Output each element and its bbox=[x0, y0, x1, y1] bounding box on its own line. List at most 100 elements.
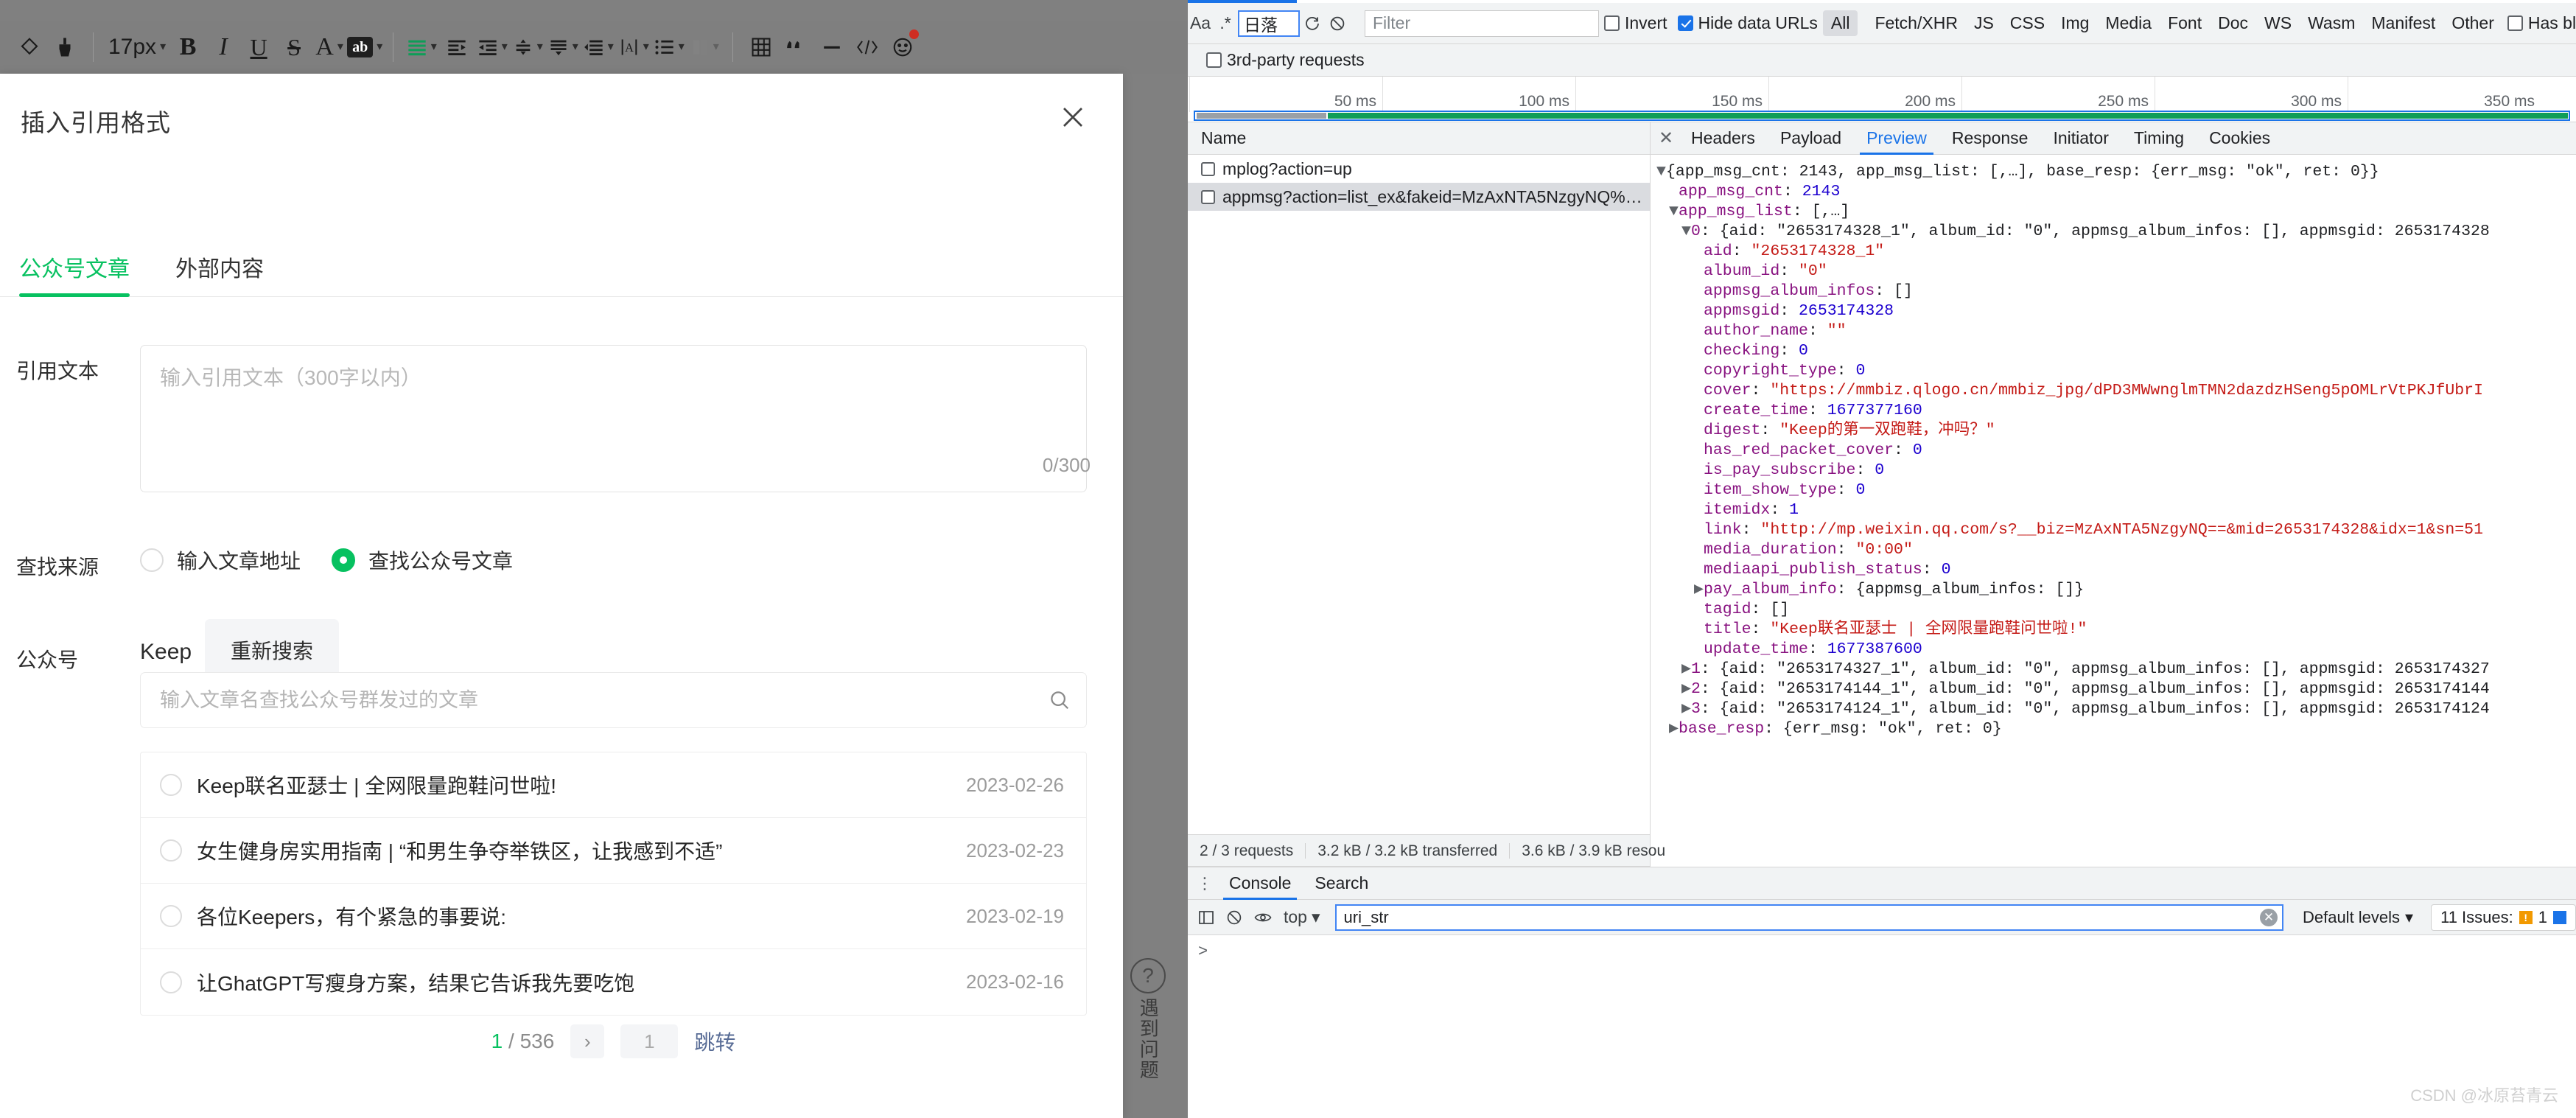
code-block-icon[interactable] bbox=[850, 27, 885, 67]
console-output[interactable]: > bbox=[1188, 935, 2576, 1118]
timeline-selection-bar[interactable] bbox=[1194, 111, 2570, 121]
format-clear-icon[interactable] bbox=[12, 27, 47, 67]
tab-payload[interactable]: Payload bbox=[1768, 122, 1854, 155]
text-direction-icon[interactable]: A ▾ bbox=[616, 27, 651, 67]
pagination-jump-button[interactable]: 跳转 bbox=[694, 1027, 735, 1056]
radio-search-account-article[interactable]: 查找公众号文章 bbox=[332, 545, 513, 575]
tab-external-content[interactable]: 外部内容 bbox=[175, 251, 264, 296]
type-filter-other[interactable]: Other bbox=[2443, 10, 2502, 36]
issues-counter[interactable]: 11 Issues: ! 1 bbox=[2431, 904, 2576, 931]
collapsed-arrow-icon[interactable]: ▶ bbox=[1681, 699, 1691, 719]
type-filter-ws[interactable]: WS bbox=[2256, 10, 2300, 36]
article-radio[interactable] bbox=[160, 839, 182, 862]
log-levels-selector[interactable]: Default levels ▾ bbox=[2294, 908, 2422, 927]
highlight-color-icon[interactable]: ab ▾ bbox=[347, 27, 382, 67]
tab-console[interactable]: Console bbox=[1217, 867, 1303, 900]
tab-preview[interactable]: Preview bbox=[1854, 122, 1939, 155]
search-input[interactable] bbox=[1238, 10, 1300, 37]
column-layout-icon[interactable]: ▾ bbox=[687, 27, 722, 67]
bold-icon[interactable]: B bbox=[170, 27, 206, 67]
refresh-icon[interactable] bbox=[1300, 7, 1325, 40]
help-widget[interactable]: ? 遇到问题 bbox=[1126, 958, 1170, 1080]
type-filter-fetch-xhr[interactable]: Fetch/XHR bbox=[1866, 10, 1965, 36]
collapsed-arrow-icon[interactable]: ▶ bbox=[1681, 660, 1691, 679]
type-filter-all[interactable]: All bbox=[1822, 10, 1858, 36]
emoji-icon[interactable] bbox=[885, 27, 920, 67]
type-filter-css[interactable]: CSS bbox=[2002, 10, 2053, 36]
list-item[interactable]: appmsg?action=list_ex&fakeid=MzAxNTA5Nzg… bbox=[1188, 183, 1650, 211]
collapsed-arrow-icon[interactable]: ▶ bbox=[1669, 719, 1679, 739]
table-icon[interactable] bbox=[743, 27, 779, 67]
ban-icon[interactable] bbox=[1222, 901, 1247, 934]
type-filter-wasm[interactable]: Wasm bbox=[2300, 10, 2363, 36]
list-item[interactable]: mplog?action=up bbox=[1188, 155, 1650, 183]
underline-icon[interactable]: U bbox=[241, 27, 276, 67]
article-radio[interactable] bbox=[160, 905, 182, 927]
paint-brush-icon[interactable] bbox=[47, 27, 83, 67]
tab-initiator[interactable]: Initiator bbox=[2040, 122, 2121, 155]
letter-spacing-icon[interactable]: ▾ bbox=[581, 27, 616, 67]
console-sidebar-icon[interactable] bbox=[1194, 901, 1219, 934]
font-color-icon[interactable]: A ▾ bbox=[312, 27, 347, 67]
type-filter-img[interactable]: Img bbox=[2053, 10, 2097, 36]
regex-icon[interactable]: .* bbox=[1213, 7, 1238, 40]
quote-text-input[interactable] bbox=[140, 345, 1087, 492]
collapsed-arrow-icon[interactable]: ▶ bbox=[1681, 679, 1691, 699]
tab-response[interactable]: Response bbox=[1939, 122, 2041, 155]
type-filter-js[interactable]: JS bbox=[1966, 10, 2002, 36]
request-checkbox[interactable] bbox=[1201, 161, 1215, 176]
hide-data-urls-checkbox[interactable]: Hide data URLs bbox=[1673, 13, 1823, 33]
clear-icon[interactable]: ✕ bbox=[2259, 908, 2278, 926]
tab-cookies[interactable]: Cookies bbox=[2197, 122, 2283, 155]
third-party-requests-checkbox[interactable]: 3rd-party requests bbox=[1201, 50, 1370, 70]
type-filter-media[interactable]: Media bbox=[2097, 10, 2160, 36]
type-filter-manifest[interactable]: Manifest bbox=[2363, 10, 2443, 36]
font-size-select[interactable]: 17px ▾ bbox=[104, 27, 170, 67]
table-row[interactable]: Keep联名亚瑟士 | 全网限量跑鞋问世啦! 2023-02-26 bbox=[141, 752, 1086, 818]
type-filter-font[interactable]: Font bbox=[2160, 10, 2210, 36]
no-entry-icon[interactable] bbox=[1325, 7, 1350, 40]
bullet-list-icon[interactable]: ▾ bbox=[651, 27, 687, 67]
pagination-jump-input[interactable] bbox=[620, 1024, 679, 1058]
more-options-icon[interactable]: ⋮ bbox=[1192, 867, 1217, 900]
line-height-icon[interactable]: ▾ bbox=[510, 27, 545, 67]
match-case-icon[interactable]: Aa bbox=[1188, 7, 1213, 40]
article-radio[interactable] bbox=[160, 971, 182, 993]
collapsed-arrow-icon[interactable]: ▶ bbox=[1694, 580, 1704, 600]
table-row[interactable]: 女生健身房实用指南 | “和男生争夺举铁区，让我感到不适” 2023-02-23 bbox=[141, 818, 1086, 884]
network-overview-timeline[interactable]: 50 ms 100 ms 150 ms 200 ms 250 ms 300 ms… bbox=[1188, 77, 2576, 122]
chevron-right-icon[interactable]: › bbox=[570, 1024, 605, 1058]
invert-checkbox[interactable]: Invert bbox=[1599, 13, 1673, 33]
close-icon[interactable] bbox=[1054, 98, 1092, 136]
tab-timing[interactable]: Timing bbox=[2121, 122, 2197, 155]
expanded-arrow-icon[interactable]: ▼ bbox=[1669, 202, 1679, 222]
expanded-arrow-icon[interactable]: ▼ bbox=[1681, 222, 1691, 242]
divider-icon[interactable] bbox=[814, 27, 850, 67]
table-row[interactable]: 让GhatGPT写瘦身方案，结果它告诉我先要吃饱 2023-02-16 bbox=[141, 949, 1086, 1015]
radio-article-url[interactable]: 输入文章地址 bbox=[140, 545, 301, 575]
type-filter-doc[interactable]: Doc bbox=[2210, 10, 2256, 36]
json-preview-tree[interactable]: ▼{app_msg_cnt: 2143, app_msg_list: [,…],… bbox=[1651, 155, 2576, 833]
console-filter-input[interactable] bbox=[1334, 904, 2283, 931]
strikethrough-icon[interactable]: S bbox=[276, 27, 312, 67]
table-row[interactable]: 各位Keepers，有个紧急的事要说: 2023-02-19 bbox=[141, 884, 1086, 949]
tab-headers[interactable]: Headers bbox=[1679, 122, 1768, 155]
close-icon[interactable]: ✕ bbox=[1653, 122, 1679, 155]
align-icon[interactable]: ▾ bbox=[404, 27, 439, 67]
tab-official-account-articles[interactable]: 公众号文章 bbox=[19, 251, 130, 297]
expanded-arrow-icon[interactable]: ▼ bbox=[1656, 162, 1666, 182]
quote-icon[interactable] bbox=[779, 27, 814, 67]
article-search-input[interactable] bbox=[141, 688, 1033, 712]
indent-increase-icon[interactable] bbox=[439, 27, 475, 67]
filter-input[interactable] bbox=[1365, 10, 1599, 37]
execution-context-selector[interactable]: top ▾ bbox=[1279, 901, 1325, 934]
request-checkbox[interactable] bbox=[1201, 189, 1215, 204]
search-icon[interactable] bbox=[1033, 672, 1086, 728]
indent-decrease-icon[interactable]: ▾ bbox=[475, 27, 510, 67]
eye-icon[interactable] bbox=[1250, 901, 1276, 934]
article-radio[interactable] bbox=[160, 774, 182, 796]
tab-search[interactable]: Search bbox=[1303, 867, 1380, 900]
italic-icon[interactable]: I bbox=[206, 27, 241, 67]
paragraph-spacing-icon[interactable]: ▾ bbox=[545, 27, 581, 67]
has-blocked-cookies-checkbox[interactable]: Has blocked cookies bbox=[2502, 13, 2576, 33]
